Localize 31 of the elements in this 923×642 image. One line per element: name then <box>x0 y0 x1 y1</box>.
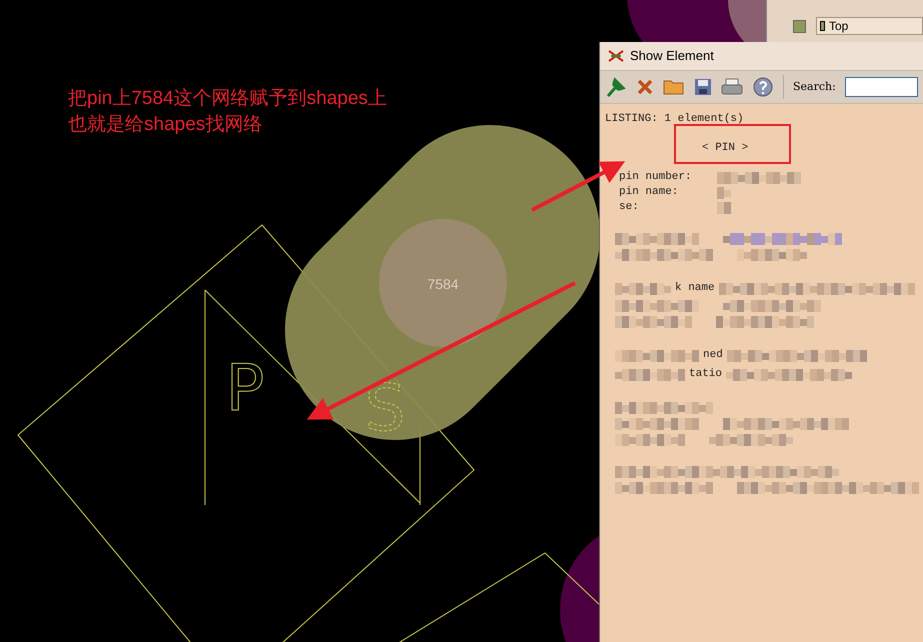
pixelated-text <box>615 368 685 380</box>
field-label: pin name: <box>619 185 680 200</box>
listing-header: LISTING: 1 element(s) <box>605 112 745 127</box>
window-title: Show Element <box>630 47 714 66</box>
close-icon[interactable] <box>636 78 654 96</box>
help-icon[interactable] <box>752 76 774 98</box>
pixelated-text <box>615 434 685 446</box>
layer-dropdown[interactable]: Top <box>816 17 923 35</box>
pixelated-text <box>615 282 671 294</box>
layer-color-icon <box>820 21 825 31</box>
printer-icon[interactable] <box>721 78 743 96</box>
silkscreen-label: P <box>226 352 264 426</box>
pin-icon[interactable] <box>605 76 627 98</box>
field-label: pin number: <box>619 170 693 185</box>
pixelated-text <box>717 186 731 198</box>
field-label: se: <box>619 200 640 215</box>
partial-text: k name <box>675 281 715 296</box>
annotation-text: 把pin上7584这个网络赋予到shapes上 <box>68 87 387 111</box>
pixelated-text <box>717 202 731 214</box>
app-icon <box>608 49 624 63</box>
layer-color-swatch <box>793 20 806 33</box>
partial-text: tatio <box>689 367 722 382</box>
save-icon[interactable] <box>694 78 712 96</box>
partial-text: ned <box>703 348 723 363</box>
element-type: < PIN > <box>702 141 750 156</box>
annotation-text: 也就是给shapes找网络 <box>68 113 264 137</box>
search-label: Search: <box>793 78 836 95</box>
search-field[interactable] <box>844 77 918 97</box>
folder-icon[interactable] <box>663 78 685 96</box>
net-label: 7584 <box>427 276 459 292</box>
pixelated-text <box>737 249 807 261</box>
